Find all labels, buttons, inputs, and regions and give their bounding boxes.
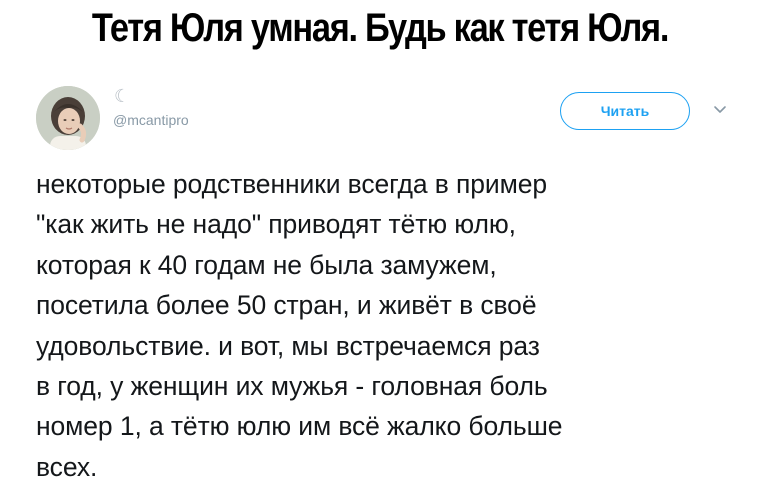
tweet-line: в год, у женщин их мужья - головная боль — [36, 371, 548, 402]
tweet-text: некоторые родственники всегда в пример "… — [36, 164, 741, 487]
tweet-line: всех. — [36, 451, 98, 482]
tweet-line: "как жить не надо" приводят тётю юлю, — [36, 209, 516, 240]
avatar-image — [36, 86, 100, 150]
chevron-down-icon[interactable] — [712, 102, 728, 118]
tweet-line: которая к 40 годам не была замужем, — [36, 249, 497, 280]
moon-icon: ☾ — [114, 86, 131, 107]
tweet-line: номер 1, а тётю юлю им всё жалко больше — [36, 411, 563, 442]
author-handle[interactable]: @mcantipro — [113, 112, 189, 128]
meme-image: Тетя Юля умная. Будь как тетя Юля. ☾ @mc… — [0, 0, 760, 496]
meme-headline: Тетя Юля умная. Будь как тетя Юля. — [91, 6, 670, 50]
avatar[interactable] — [36, 86, 100, 150]
tweet-line: посетила более 50 стран, и живёт в своё — [36, 290, 537, 321]
tweet-line: некоторые родственники всегда в пример — [36, 169, 548, 199]
follow-button[interactable]: Читать — [560, 92, 690, 130]
tweet-line: удовольствие. и вот, мы встречаемся раз — [36, 330, 540, 361]
